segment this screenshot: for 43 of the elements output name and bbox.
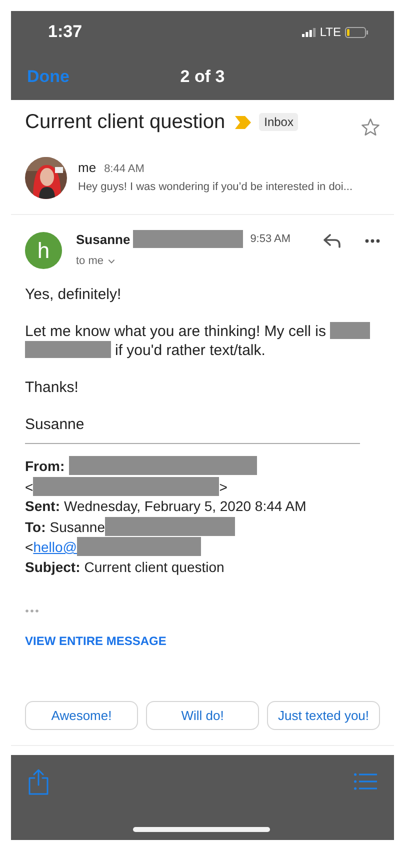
sender-avatar: h — [25, 232, 62, 269]
important-marker-icon[interactable] — [235, 116, 252, 128]
field-label: From: — [25, 458, 65, 474]
text: Yes, definitely! — [25, 286, 122, 303]
text: Wednesday, February 5, 2020 8:44 AM — [64, 498, 306, 514]
text: Susanne — [25, 416, 84, 433]
redaction-bar — [330, 322, 370, 339]
ellipsis-icon[interactable] — [25, 609, 39, 613]
field-label: To: — [25, 518, 46, 534]
more-icon[interactable] — [365, 239, 380, 243]
chevron-down-icon[interactable] — [108, 258, 115, 264]
text: Let me know what you are thinking! My cell is — [25, 323, 326, 340]
signal-icon — [302, 28, 316, 36]
clock-time: 1:37 — [48, 22, 82, 42]
battery-icon — [345, 26, 369, 38]
message-time: 9:53 AM — [250, 233, 291, 245]
smart-reply-button[interactable]: Just texted you! — [267, 701, 380, 730]
label-chip[interactable]: Inbox — [259, 113, 298, 131]
text: if you'd rather text/talk. — [115, 342, 266, 359]
text: Susanne — [50, 518, 106, 534]
text: < — [25, 478, 34, 494]
email-link[interactable]: hello@ — [33, 539, 77, 555]
text: < — [25, 539, 34, 555]
smart-reply-button[interactable]: Will do! — [146, 701, 259, 730]
text: Current client question — [84, 558, 224, 574]
field-label: Sent: — [25, 498, 60, 514]
text: > — [219, 478, 228, 494]
star-icon[interactable] — [361, 118, 380, 136]
message-counter: 2 of 3 — [180, 66, 225, 86]
recipient-label[interactable]: to me — [76, 255, 104, 267]
message-snippet: Hey guys! I was wondering if you’d be interested in doi... — [78, 181, 354, 193]
view-entire-message-link[interactable]: VIEW ENTIRE MESSAGE — [25, 632, 166, 651]
thread-subject: Current client question — [25, 110, 226, 134]
share-icon[interactable] — [28, 769, 49, 795]
list-icon[interactable] — [354, 773, 377, 790]
reply-icon[interactable] — [323, 234, 341, 248]
text: Thanks! — [25, 379, 78, 396]
sender-name: me — [78, 160, 96, 175]
field-label: Subject: — [25, 558, 80, 574]
smart-reply-button[interactable]: Awesome! — [25, 701, 138, 730]
network-label: LTE — [320, 25, 341, 39]
sender-name: Susanne — [76, 232, 130, 246]
message-time: 8:44 AM — [104, 163, 144, 175]
